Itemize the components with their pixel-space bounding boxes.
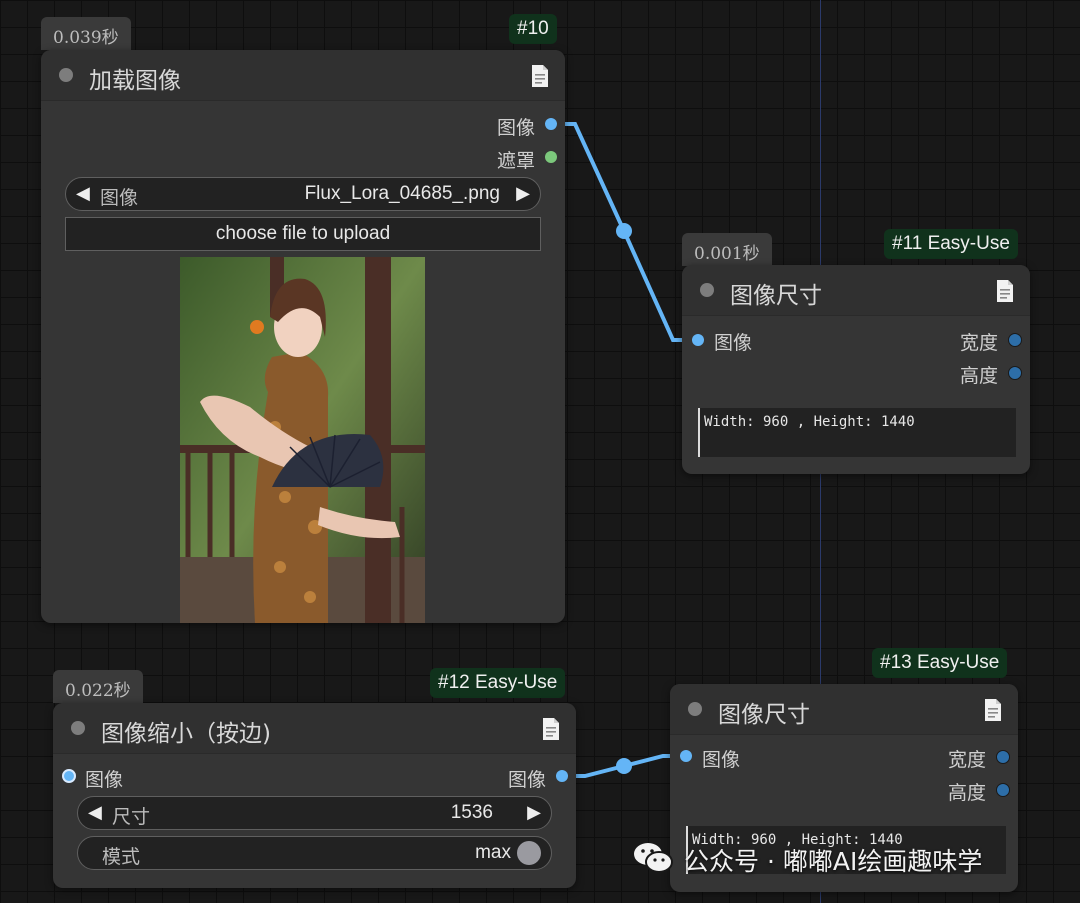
upload-button[interactable]: choose file to upload xyxy=(65,217,541,251)
size-label: 尺寸 xyxy=(112,806,151,828)
output-label-mask: 遮罩 xyxy=(496,150,535,172)
node11-id-badge: #11 Easy-Use xyxy=(884,229,1018,259)
node10-id-badge: #10 xyxy=(509,14,557,44)
left-arrow-icon[interactable]: ◀ xyxy=(76,183,90,204)
right-arrow-icon[interactable]: ▶ xyxy=(527,802,541,823)
output-port-width[interactable] xyxy=(996,750,1010,764)
input-label-image: 图像 xyxy=(702,749,741,771)
node10-title: 加载图像 xyxy=(89,68,181,94)
document-icon[interactable] xyxy=(984,698,1002,722)
node10-header[interactable]: 加载图像 xyxy=(41,50,565,101)
link-12-13-midpoint xyxy=(616,758,632,774)
mode-value: max xyxy=(475,842,511,863)
collapse-dot-icon[interactable] xyxy=(59,68,73,82)
collapse-dot-icon[interactable] xyxy=(700,283,714,297)
output-label-height: 高度 xyxy=(947,782,986,804)
document-icon[interactable] xyxy=(996,279,1014,303)
output-port-image[interactable] xyxy=(556,770,568,782)
mode-label: 模式 xyxy=(102,846,141,868)
image-combo-widget[interactable]: ◀ 图像 Flux_Lora_04685_.png ▶ xyxy=(65,177,541,211)
image-combo-value: Flux_Lora_04685_.png xyxy=(304,183,500,204)
output-label-height: 高度 xyxy=(959,365,998,387)
output-label-width: 宽度 xyxy=(947,749,986,771)
node11-header[interactable]: 图像尺寸 xyxy=(682,265,1030,316)
document-icon[interactable] xyxy=(531,64,549,88)
node13-id-badge: #13 Easy-Use xyxy=(872,648,1008,678)
watermark-text: 公众号 · 嘟嘟AI绘画趣味学 xyxy=(684,847,983,876)
node12-id-badge: #12 Easy-Use xyxy=(430,668,566,698)
image-preview xyxy=(180,257,425,623)
node-load-image[interactable]: 加载图像 图像 遮罩 ◀ 图像 Flux_Lora_04685_.png ▶ c… xyxy=(41,50,565,623)
node12-title: 图像缩小（按边) xyxy=(101,721,271,747)
right-arrow-icon[interactable]: ▶ xyxy=(516,183,530,204)
size-number-widget[interactable]: ◀ 尺寸 1536 ▶ xyxy=(77,796,552,830)
toggle-knob-icon[interactable] xyxy=(517,841,541,865)
node12-header[interactable]: 图像缩小（按边) xyxy=(53,703,576,754)
node12-time-badge: 0.022秒 xyxy=(53,670,143,703)
document-icon[interactable] xyxy=(542,717,560,741)
collapse-dot-icon[interactable] xyxy=(71,721,85,735)
collapse-dot-icon[interactable] xyxy=(688,702,702,716)
input-port-image[interactable] xyxy=(692,334,704,346)
output-port-height[interactable] xyxy=(996,783,1010,797)
wechat-icon xyxy=(634,843,673,873)
output-label-image: 图像 xyxy=(496,117,535,139)
output-port-image[interactable] xyxy=(545,118,557,130)
output-port-height[interactable] xyxy=(1008,366,1022,380)
left-arrow-icon[interactable]: ◀ xyxy=(88,802,102,823)
input-label-image: 图像 xyxy=(714,332,753,354)
node11-title: 图像尺寸 xyxy=(730,283,822,309)
input-port-image[interactable] xyxy=(680,750,692,762)
output-label-image: 图像 xyxy=(507,769,546,791)
node-image-size-11[interactable]: 图像尺寸 图像 宽度 高度 Width: 960 , Height: 1440 xyxy=(682,265,1030,474)
size-display-text[interactable]: Width: 960 , Height: 1440 xyxy=(698,408,1016,457)
image-combo-label: 图像 xyxy=(100,187,139,209)
node13-title: 图像尺寸 xyxy=(718,702,810,728)
link-10-11-midpoint xyxy=(616,223,632,239)
output-label-width: 宽度 xyxy=(959,332,998,354)
node13-header[interactable]: 图像尺寸 xyxy=(670,684,1018,735)
output-port-mask[interactable] xyxy=(545,151,557,163)
node11-time-badge: 0.001秒 xyxy=(682,233,772,266)
output-port-width[interactable] xyxy=(1008,333,1022,347)
mode-toggle-widget[interactable]: 模式 max xyxy=(77,836,552,870)
size-value: 1536 xyxy=(450,802,493,823)
node-image-scale-down[interactable]: 图像缩小（按边) 图像 图像 ◀ 尺寸 1536 ▶ 模式 max xyxy=(53,703,576,888)
node10-time-badge: 0.039秒 xyxy=(41,17,131,50)
input-port-image[interactable] xyxy=(62,769,76,783)
input-label-image: 图像 xyxy=(85,769,124,791)
